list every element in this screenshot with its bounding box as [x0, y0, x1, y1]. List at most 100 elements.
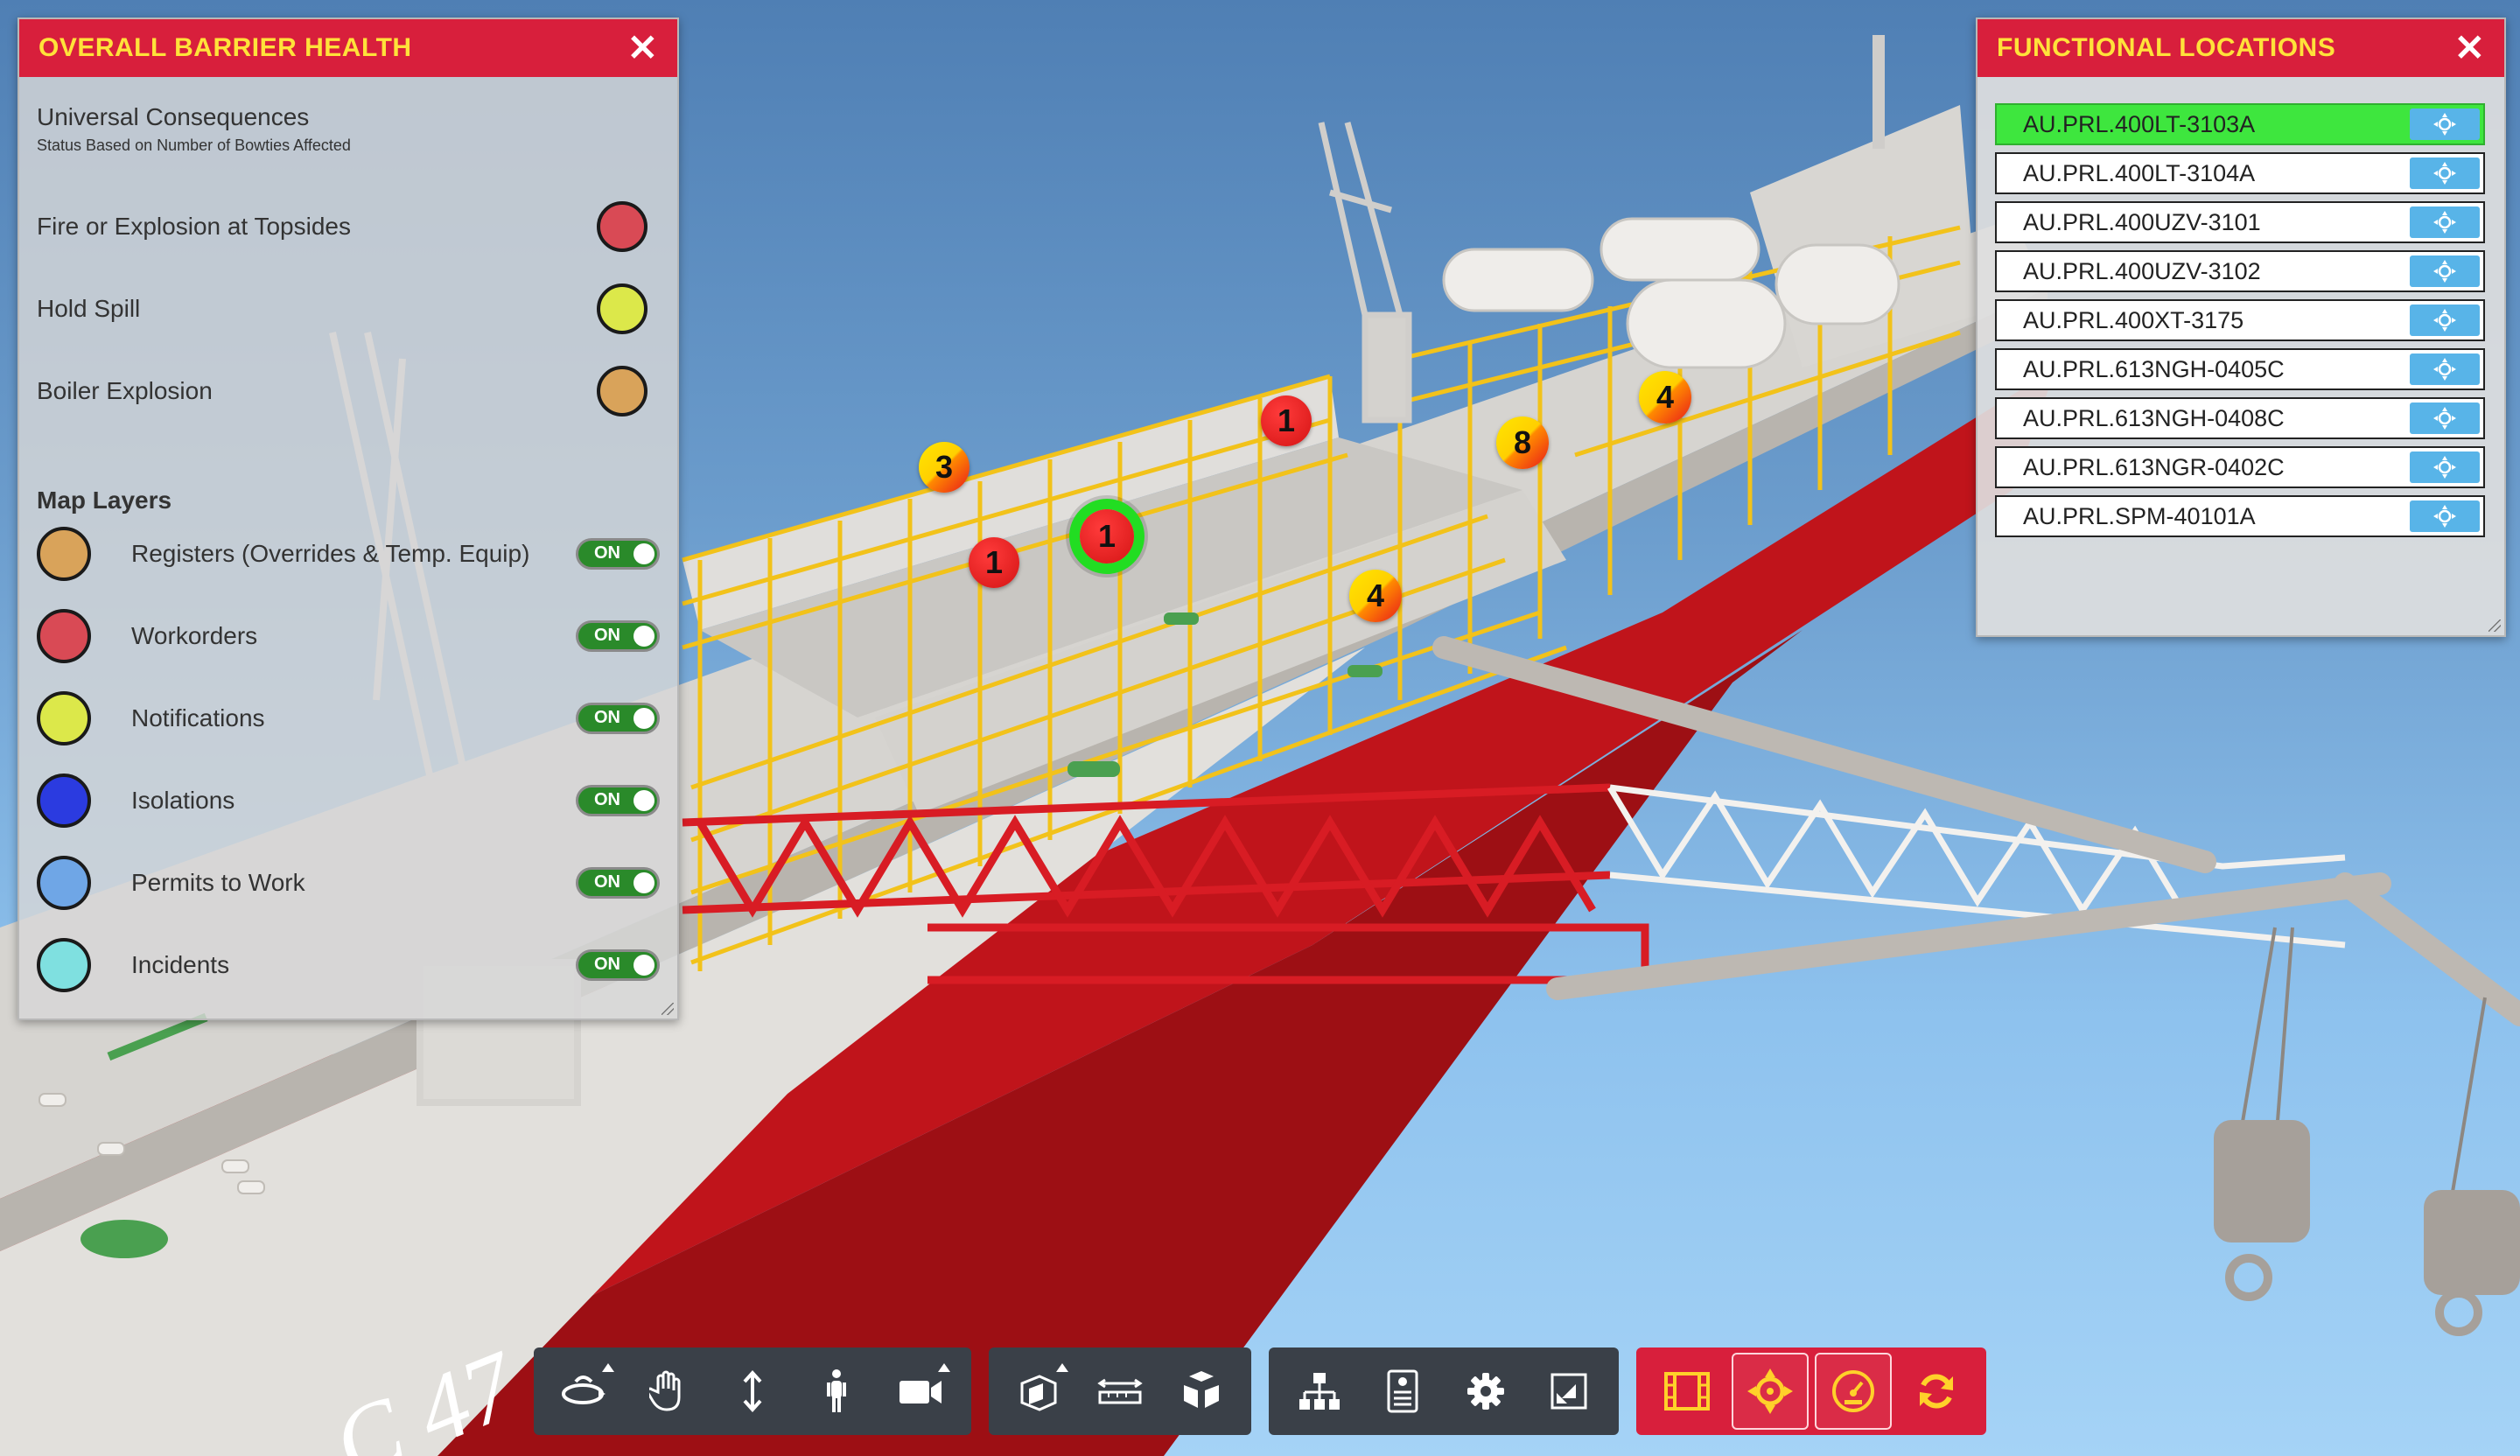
- status-indicator: [597, 366, 648, 416]
- locate-icon[interactable]: [2410, 402, 2480, 434]
- location-item[interactable]: AU.PRL.400XT-3175: [1995, 299, 2485, 341]
- location-label: AU.PRL.613NGH-0405C: [2023, 355, 2285, 382]
- location-label: AU.PRL.400LT-3104A: [2023, 159, 2256, 186]
- toolbar-tools: [989, 1348, 1251, 1435]
- location-item[interactable]: AU.PRL.613NGR-0402C: [1995, 446, 2485, 488]
- toolbar-actions: [1636, 1348, 1986, 1435]
- location-item[interactable]: AU.PRL.400UZV-3102: [1995, 250, 2485, 292]
- layer-row-isolations: Isolations ON: [37, 774, 660, 828]
- layer-color-swatch: [37, 774, 91, 828]
- barrier-health-panel: OVERALL BARRIER HEALTH ✕ Universal Conse…: [18, 18, 679, 1020]
- layer-label: Isolations: [131, 787, 235, 814]
- properties-icon[interactable]: [1364, 1353, 1441, 1430]
- marker-4a[interactable]: 4: [1639, 371, 1691, 424]
- crane-hooks: [2214, 1120, 2520, 1336]
- close-icon[interactable]: ✕: [627, 30, 658, 66]
- layer-toggle[interactable]: ON: [576, 867, 660, 899]
- marker-1b[interactable]: 1: [969, 537, 1019, 588]
- close-icon[interactable]: ✕: [2454, 30, 2485, 66]
- location-item[interactable]: AU.PRL.613NGH-0405C: [1995, 348, 2485, 390]
- location-item[interactable]: AU.PRL.SPM-40101A: [1995, 495, 2485, 537]
- consequences-heading: Universal Consequences Status Based on N…: [37, 103, 351, 155]
- resize-handle[interactable]: [2488, 620, 2501, 632]
- layer-label: Incidents: [131, 951, 230, 978]
- location-label: AU.PRL.SPM-40101A: [2023, 502, 2256, 529]
- locate-target-icon[interactable]: [1731, 1353, 1809, 1430]
- layer-color-swatch: [37, 856, 91, 910]
- explode-model-icon[interactable]: [1163, 1353, 1240, 1430]
- layer-row-incidents: Incidents ON: [37, 938, 660, 992]
- layer-color-swatch: [37, 527, 91, 581]
- fullscreen-icon[interactable]: [1530, 1353, 1607, 1430]
- white-lattice-boom: [1606, 784, 2346, 948]
- deck-crane: [1318, 122, 1412, 424]
- panel-header: FUNCTIONAL LOCATIONS ✕: [1978, 19, 2504, 77]
- layer-toggle[interactable]: ON: [576, 949, 660, 981]
- layer-row-registers: Registers (Overrides & Temp. Equip) ON: [37, 527, 660, 581]
- vertical-move-icon[interactable]: [714, 1353, 791, 1430]
- panel-header: OVERALL BARRIER HEALTH ✕: [19, 19, 677, 77]
- toolbar-views: [1269, 1348, 1619, 1435]
- layer-toggle[interactable]: ON: [576, 620, 660, 652]
- mast: [1872, 35, 1885, 149]
- consequence-label: Boiler Explosion: [37, 377, 213, 404]
- location-item[interactable]: AU.PRL.400UZV-3101: [1995, 201, 2485, 243]
- orbit-icon[interactable]: [546, 1353, 623, 1430]
- refresh-icon[interactable]: [1898, 1353, 1975, 1430]
- consequence-row-fire[interactable]: Fire or Explosion at Topsides: [37, 201, 660, 252]
- layer-label: Registers (Overrides & Temp. Equip): [131, 540, 530, 567]
- layer-row-notifications: Notifications ON: [37, 691, 660, 746]
- panel-title: FUNCTIONAL LOCATIONS: [1997, 33, 2336, 62]
- panel-title: OVERALL BARRIER HEALTH: [38, 33, 412, 62]
- location-item[interactable]: AU.PRL.613NGH-0408C: [1995, 397, 2485, 439]
- location-label: AU.PRL.400UZV-3102: [2023, 257, 2261, 284]
- location-label: AU.PRL.400UZV-3101: [2023, 208, 2261, 235]
- section-subtitle: Status Based on Number of Bowties Affect…: [37, 136, 351, 154]
- location-item[interactable]: AU.PRL.400LT-3103A: [1995, 103, 2485, 145]
- locate-icon[interactable]: [2410, 206, 2480, 238]
- locate-icon[interactable]: [2410, 108, 2480, 140]
- consequence-label: Hold Spill: [37, 295, 141, 322]
- locate-icon[interactable]: [2410, 452, 2480, 483]
- location-label: AU.PRL.613NGH-0408C: [2023, 404, 2285, 431]
- resize-handle[interactable]: [662, 1003, 674, 1015]
- locate-icon[interactable]: [2410, 304, 2480, 336]
- locate-icon[interactable]: [2410, 354, 2480, 385]
- film-strip-icon[interactable]: [1648, 1353, 1726, 1430]
- locate-icon[interactable]: [2410, 500, 2480, 532]
- layer-color-swatch: [37, 609, 91, 663]
- dashboard-gauge-icon[interactable]: [1814, 1353, 1892, 1430]
- layer-label: Permits to Work: [131, 869, 305, 896]
- marker-3[interactable]: 3: [919, 442, 970, 493]
- model-tree-icon[interactable]: [1281, 1353, 1358, 1430]
- settings-gear-icon[interactable]: [1447, 1353, 1524, 1430]
- location-label: AU.PRL.400XT-3175: [2023, 306, 2244, 333]
- marker-1-selected[interactable]: 1: [1080, 509, 1134, 564]
- functional-locations-panel: FUNCTIONAL LOCATIONS ✕ AU.PRL.400LT-3103…: [1976, 18, 2506, 637]
- location-label: AU.PRL.613NGR-0402C: [2023, 453, 2285, 480]
- marker-8[interactable]: 8: [1496, 416, 1549, 469]
- map-layers-title: Map Layers: [37, 486, 172, 514]
- layer-color-swatch: [37, 938, 91, 992]
- consequence-row-hold-spill[interactable]: Hold Spill: [37, 284, 660, 334]
- layer-row-workorders: Workorders ON: [37, 609, 660, 663]
- marker-4b[interactable]: 4: [1349, 570, 1402, 622]
- marker-1a[interactable]: 1: [1261, 396, 1312, 446]
- status-indicator: [597, 284, 648, 334]
- consequence-row-boiler[interactable]: Boiler Explosion: [37, 366, 660, 416]
- layer-toggle[interactable]: ON: [576, 703, 660, 734]
- section-box-icon[interactable]: [1000, 1353, 1077, 1430]
- measure-icon[interactable]: [1082, 1353, 1158, 1430]
- layer-toggle[interactable]: ON: [576, 538, 660, 570]
- layer-color-swatch: [37, 691, 91, 746]
- section-title: Universal Consequences: [37, 103, 310, 130]
- layer-label: Workorders: [131, 622, 258, 649]
- locate-icon[interactable]: [2410, 256, 2480, 287]
- walk-person-icon[interactable]: [798, 1353, 875, 1430]
- pan-hand-icon[interactable]: [630, 1353, 707, 1430]
- status-indicator: [597, 201, 648, 252]
- location-item[interactable]: AU.PRL.400LT-3104A: [1995, 152, 2485, 194]
- camera-icon[interactable]: [882, 1353, 959, 1430]
- layer-toggle[interactable]: ON: [576, 785, 660, 816]
- locate-icon[interactable]: [2410, 158, 2480, 189]
